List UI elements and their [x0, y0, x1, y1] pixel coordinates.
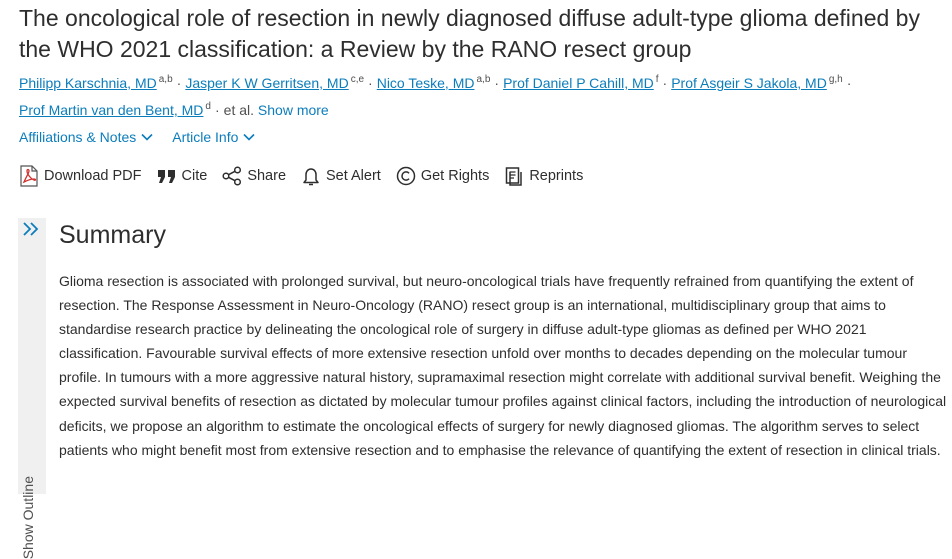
- show-outline-panel[interactable]: Show Outline: [18, 218, 46, 559]
- copyright-icon: [396, 166, 416, 186]
- article-info-label: Article Info: [172, 129, 239, 145]
- affiliations-notes-label: Affiliations & Notes: [19, 129, 137, 145]
- affiliations-notes-toggle[interactable]: Affiliations & Notes: [19, 129, 154, 145]
- author-separator: ·: [846, 75, 852, 91]
- get-rights-label: Get Rights: [420, 168, 490, 184]
- share-button[interactable]: Share: [222, 166, 286, 186]
- article-meta-row: Affiliations & Notes Article Info: [19, 129, 256, 145]
- share-icon: [222, 166, 242, 186]
- et-al-text: et al.: [223, 102, 255, 118]
- set-alert-button[interactable]: Set Alert: [301, 166, 381, 186]
- author-item[interactable]: Jasper K W Gerritsen, MD c,e: [185, 75, 364, 91]
- article-title: The oncological role of resection in new…: [19, 5, 920, 62]
- author-affiliation-sup: a,b: [158, 74, 173, 86]
- author-affiliation-sup: a,b: [476, 74, 491, 86]
- share-label: Share: [247, 168, 287, 184]
- author-name[interactable]: Jasper K W Gerritsen, MD: [185, 75, 348, 91]
- summary-heading: Summary: [59, 221, 166, 249]
- set-alert-label: Set Alert: [326, 168, 381, 184]
- get-rights-button[interactable]: Get Rights: [396, 166, 490, 186]
- author-separator: ·: [662, 75, 668, 91]
- cite-button[interactable]: Cite: [157, 167, 208, 185]
- author-affiliation-sup: c,e: [350, 74, 365, 86]
- summary-paragraph: Glioma resection is associated with prol…: [59, 273, 947, 458]
- download-pdf-button[interactable]: Download PDF: [19, 165, 142, 187]
- author-list: Philipp Karschnia, MD a,b · Jasper K W Gerr…: [19, 70, 944, 124]
- quote-icon: [157, 170, 175, 183]
- chevron-down-icon: [243, 133, 255, 141]
- author-separator: ·: [494, 75, 500, 91]
- show-more-link[interactable]: Show more: [258, 102, 329, 118]
- article-toolbar: Download PDF Cite Share Set Alert Get Ri…: [19, 165, 598, 187]
- author-name[interactable]: Prof Martin van den Bent, MD: [19, 102, 203, 118]
- download-pdf-label: Download PDF: [44, 168, 142, 184]
- author-name[interactable]: Prof Asgeir S Jakola, MD: [671, 75, 827, 91]
- author-name[interactable]: Prof Daniel P Cahill, MD: [503, 75, 654, 91]
- author-name[interactable]: Philipp Karschnia, MD: [19, 75, 157, 91]
- reprints-label: Reprints: [529, 168, 584, 184]
- author-affiliation-sup: g,h: [828, 74, 843, 86]
- author-item[interactable]: Prof Daniel P Cahill, MD f: [503, 75, 658, 91]
- author-affiliation-sup: d: [205, 101, 211, 113]
- chevron-down-icon: [141, 133, 153, 141]
- author-item[interactable]: Prof Asgeir S Jakola, MD g,h: [671, 75, 843, 91]
- author-item[interactable]: Prof Martin van den Bent, MD d: [19, 102, 211, 118]
- author-item[interactable]: Philipp Karschnia, MD a,b: [19, 75, 173, 91]
- reprints-button[interactable]: Reprints: [504, 166, 583, 186]
- show-outline-label[interactable]: Show Outline: [20, 476, 36, 559]
- author-separator: ·: [368, 75, 373, 91]
- article-info-toggle[interactable]: Article Info: [172, 129, 256, 145]
- cite-label: Cite: [181, 168, 208, 184]
- author-name[interactable]: Nico Teske, MD: [377, 75, 475, 91]
- author-affiliation-sup: f: [655, 74, 659, 86]
- pdf-icon: [20, 165, 38, 187]
- author-separator: ·: [214, 102, 220, 118]
- bell-icon: [303, 168, 319, 186]
- reprints-icon: [506, 167, 523, 186]
- double-chevron-right-icon[interactable]: [21, 220, 41, 238]
- author-separator: ·: [176, 75, 182, 91]
- author-item[interactable]: Nico Teske, MD a,b: [377, 75, 491, 91]
